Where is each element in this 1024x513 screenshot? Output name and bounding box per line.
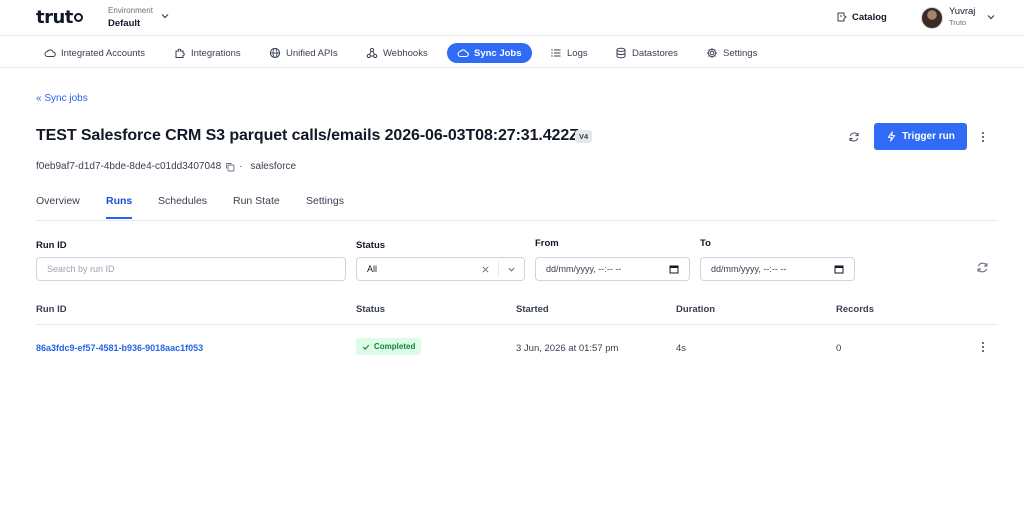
kebab-icon (982, 132, 984, 142)
row-actions-button[interactable] (978, 340, 988, 354)
table-row[interactable]: 86a3fdc9-ef57-4581-b936-9018aac1f053 Com… (36, 326, 997, 370)
trigger-run-label: Trigger run (902, 131, 955, 142)
clear-icon[interactable] (481, 265, 490, 274)
nav-webhooks[interactable]: Webhooks (356, 43, 438, 63)
main-nav: Integrated Accounts Integrations Unified… (0, 37, 1024, 68)
trigger-run-button[interactable]: Trigger run (874, 123, 967, 150)
back-to-sync-jobs-link[interactable]: « Sync jobs (36, 93, 88, 104)
integration-name: salesforce (250, 161, 297, 172)
nav-settings[interactable]: Settings (696, 43, 767, 63)
user-name: Yuvraj (949, 6, 976, 17)
version-badge: V4 (575, 130, 593, 143)
nav-label: Unified APIs (286, 47, 338, 59)
environment-value: Default (108, 18, 141, 29)
copy-icon[interactable] (225, 162, 235, 172)
cloud-icon (457, 49, 469, 58)
status-filter-label: Status (356, 240, 386, 251)
page-title: TEST Salesforce CRM S3 parquet calls/ema… (36, 127, 579, 144)
nav-logs[interactable]: Logs (540, 43, 598, 63)
chevron-down-icon[interactable] (160, 11, 170, 21)
job-meta: f0eb9af7-d1d7-4bde-8de4-c01dd3407048 · s… (36, 161, 296, 172)
detail-tabs: Overview Runs Schedules Run State Settin… (36, 188, 997, 221)
cloud-icon (44, 49, 56, 57)
to-date-input[interactable]: dd/mm/yyyy, --:-- -- (700, 257, 855, 281)
started-cell: 3 Jun, 2026 at 01:57 pm (516, 343, 619, 354)
from-filter-label: From (535, 238, 559, 249)
globe-icon (269, 47, 281, 59)
database-icon (616, 47, 626, 59)
tab-settings[interactable]: Settings (306, 195, 344, 217)
calendar-icon[interactable] (669, 264, 679, 274)
nav-integrations[interactable]: Integrations (164, 43, 251, 63)
select-divider (498, 262, 499, 276)
check-icon (362, 344, 370, 350)
gear-icon (707, 48, 717, 58)
top-bar: trut Environment Default Catalog Yuvraj … (0, 0, 1024, 36)
run-id-filter-label: Run ID (36, 240, 67, 251)
puzzle-icon (175, 48, 185, 58)
more-options-button[interactable] (978, 130, 988, 144)
status-badge-label: Completed (374, 342, 416, 351)
nav-label: Datastores (632, 47, 678, 59)
refresh-button[interactable] (846, 129, 862, 145)
tab-overview[interactable]: Overview (36, 195, 80, 217)
run-id-search-input[interactable]: Search by run ID (36, 257, 346, 281)
column-header-run-id: Run ID (36, 304, 67, 315)
job-id: f0eb9af7-d1d7-4bde-8de4-c01dd3407048 (36, 161, 222, 172)
avatar[interactable] (921, 7, 943, 29)
environment-label: Environment (108, 6, 153, 15)
records-cell: 0 (836, 343, 842, 354)
runs-table-header: Run ID Status Started Duration Records (36, 299, 997, 325)
lightning-icon (887, 131, 896, 142)
nav-label: Integrations (191, 47, 241, 59)
status-select[interactable]: All (356, 257, 525, 281)
catalog-label: Catalog (852, 11, 887, 23)
column-header-duration: Duration (676, 304, 716, 315)
meta-separator: · (239, 161, 243, 172)
calendar-icon[interactable] (834, 264, 844, 274)
nav-label: Webhooks (383, 47, 428, 59)
column-header-started: Started (516, 304, 549, 315)
nav-datastores[interactable]: Datastores (605, 43, 688, 63)
nav-integrated-accounts[interactable]: Integrated Accounts (34, 43, 155, 63)
user-menu[interactable]: Yuvraj Truto (949, 7, 975, 28)
column-header-status: Status (356, 304, 386, 315)
logo-o-mark (73, 13, 83, 22)
chevron-down-icon[interactable] (507, 265, 516, 274)
nav-sync-jobs[interactable]: Sync Jobs (447, 43, 532, 63)
tab-schedules[interactable]: Schedules (158, 195, 207, 217)
tab-runs[interactable]: Runs (106, 195, 133, 219)
duration-cell: 4s (676, 343, 687, 354)
chevron-down-icon[interactable] (986, 12, 996, 22)
nav-label: Logs (567, 47, 588, 59)
user-org: Truto (949, 18, 967, 27)
environment-switcher[interactable]: Environment Default (108, 5, 153, 29)
catalog-button[interactable]: Catalog (835, 11, 887, 23)
list-icon (551, 49, 561, 57)
kebab-icon (982, 342, 984, 352)
nav-unified-apis[interactable]: Unified APIs (259, 43, 348, 63)
tab-run-state[interactable]: Run State (233, 195, 280, 217)
catalog-icon (837, 12, 847, 22)
webhook-icon (366, 47, 378, 59)
refresh-icon (977, 262, 988, 273)
status-select-value: All (367, 264, 378, 274)
logo-text: trut (36, 7, 73, 28)
from-date-input[interactable]: dd/mm/yyyy, --:-- -- (535, 257, 690, 281)
from-date-placeholder: dd/mm/yyyy, --:-- -- (546, 264, 622, 274)
nav-label: Settings (723, 47, 758, 59)
column-header-records: Records (836, 304, 875, 315)
nav-label: Sync Jobs (474, 47, 522, 59)
refresh-runs-button[interactable] (976, 261, 990, 275)
truto-logo[interactable]: trut (36, 8, 83, 28)
run-id-link[interactable]: 86a3fdc9-ef57-4581-b936-9018aac1f053 (36, 343, 203, 353)
status-badge: Completed (356, 338, 422, 355)
to-date-placeholder: dd/mm/yyyy, --:-- -- (711, 264, 787, 274)
refresh-icon (849, 132, 859, 142)
nav-label: Integrated Accounts (61, 47, 145, 59)
to-filter-label: To (700, 238, 711, 249)
